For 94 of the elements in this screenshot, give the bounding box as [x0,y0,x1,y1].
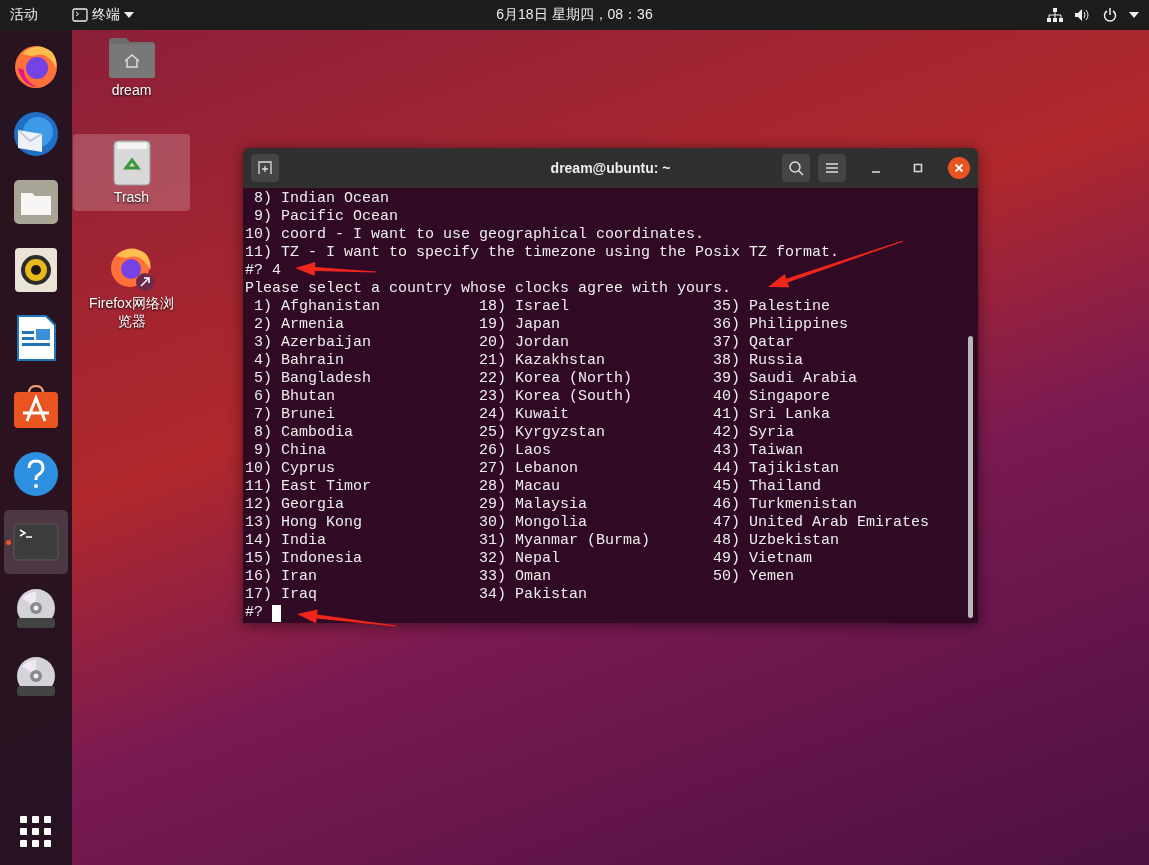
caret-icon[interactable] [1129,12,1139,18]
network-icon[interactable] [1047,8,1063,22]
country-option: 43) Taiwan [713,442,804,460]
country-option: 49) Vietnam [713,550,813,568]
country-option: 34) Pakistan [479,586,588,604]
document-icon[interactable] [16,315,56,361]
clock[interactable]: 6月18日 星期四，08：36 [496,6,653,22]
country-option: 21) Kazakhstan [479,352,606,370]
country-option: 28) Macau [479,478,561,496]
country-option: 31) Myanmar (Burma) [479,532,651,550]
country-option: 13) Hong Kong [245,514,363,532]
country-option: 36) Philippines [713,316,849,334]
country-option: 24) Kuwait [479,406,570,424]
country-option: 50) Yemen [713,568,795,586]
country-option: 9) China [245,442,326,460]
prompt-text: #? [245,604,263,622]
country-option: 2) Armenia [245,316,345,334]
volume-icon[interactable] [1075,8,1091,22]
country-option: 35) Palestine [713,298,831,316]
country-option: 27) Lebanon [479,460,579,478]
country-option: 22) Korea (North) [479,370,633,388]
activities-button[interactable]: 活动 [10,6,38,24]
shopping-bag-icon[interactable] [13,383,59,429]
country-option: 47) United Arab Emirates [713,514,930,532]
running-indicator [6,540,11,545]
maximize-icon [913,163,923,173]
country-option: 29) Malaysia [479,496,588,514]
close-button[interactable] [948,157,970,179]
country-option: 8) Cambodia [245,424,354,442]
country-option: 7) Brunei [245,406,335,424]
minimize-icon [871,171,881,173]
desktop-icon[interactable]: Trash [73,134,190,211]
window-title: dream@ubuntu: ~ [550,160,671,176]
text-cursor [272,604,281,622]
country-option: 41) Sri Lanka [713,406,831,424]
app-menu[interactable]: 终端 [72,6,134,24]
country-option: 38) Russia [713,352,804,370]
scrollbar-thumb[interactable] [968,336,973,618]
menu-icon [826,163,838,173]
desktop-icon[interactable]: Firefox网络浏览器 [73,238,190,337]
terminal-line: 8) Indian Ocean [253,190,390,208]
desktop-icon[interactable]: dream [73,31,190,104]
country-option: 4) Bahrain [245,352,345,370]
country-option: 39) Saudi Arabia [713,370,858,388]
trash-icon [112,140,151,186]
help-icon[interactable] [13,451,59,497]
country-option: 46) Turkmenistan [713,496,858,514]
search-icon [788,160,804,176]
caret-icon [124,12,134,18]
country-option: 45) Thailand [713,478,822,496]
country-option: 32) Nepal [479,550,561,568]
country-option: 48) Uzbekistan [713,532,840,550]
speaker-icon[interactable] [14,247,58,293]
close-icon [954,163,964,173]
country-option: 17) Iraq [245,586,317,604]
country-option: 19) Japan [479,316,561,334]
country-option: 44) Tajikistan [713,460,840,478]
country-option: 12) Georgia [245,496,345,514]
country-option: 33) Oman [479,568,552,586]
country-option: 18) Israel [479,298,570,316]
new-tab-icon [258,161,272,175]
country-option: 15) Indonesia [245,550,363,568]
icon-label: Trash [112,189,151,205]
country-option: 25) Kyrgyzstan [479,424,606,442]
home-folder-icon [107,37,156,79]
envelope-globe-icon[interactable] [12,110,60,158]
country-option: 16) Iran [245,568,317,586]
menu-button[interactable] [818,154,846,182]
country-option: 1) Afghanistan [245,298,381,316]
terminal-line: 11) TZ - I want to specify the timezone using the Posix TZ format. [245,244,840,262]
country-option: 42) Syria [713,424,795,442]
country-option: 14) India [245,532,326,550]
country-option: 23) Korea (South) [479,388,633,406]
country-option: 40) Singapore [713,388,831,406]
terminal-icon [72,8,88,22]
search-button[interactable] [782,154,810,182]
country-option: 5) Bangladesh [245,370,372,388]
country-option: 37) Qatar [713,334,795,352]
terminal-line: 9) Pacific Ocean [253,208,399,226]
country-option: 30) Mongolia [479,514,588,532]
new-tab-button[interactable] [251,154,279,182]
folder-icon[interactable] [13,179,59,225]
power-icon[interactable] [1103,8,1117,22]
country-option: 26) Laos [479,442,552,460]
icon-label: Firefox网络浏览器 [88,295,175,331]
country-option: 20) Jordan [479,334,570,352]
terminal-line: 10) coord - I want to use geographical coordinates. [245,226,705,244]
icon-label: dream [110,82,153,98]
terminal-line: Please select a country whose clocks agree with yours. [245,280,732,298]
country-option: 6) Bhutan [245,388,335,406]
country-option: 3) Azerbaijan [245,334,372,352]
terminal-line: #? 4 [245,262,281,280]
country-option: 10) Cyprus [245,460,335,478]
country-option: 11) East Timor [245,478,372,496]
